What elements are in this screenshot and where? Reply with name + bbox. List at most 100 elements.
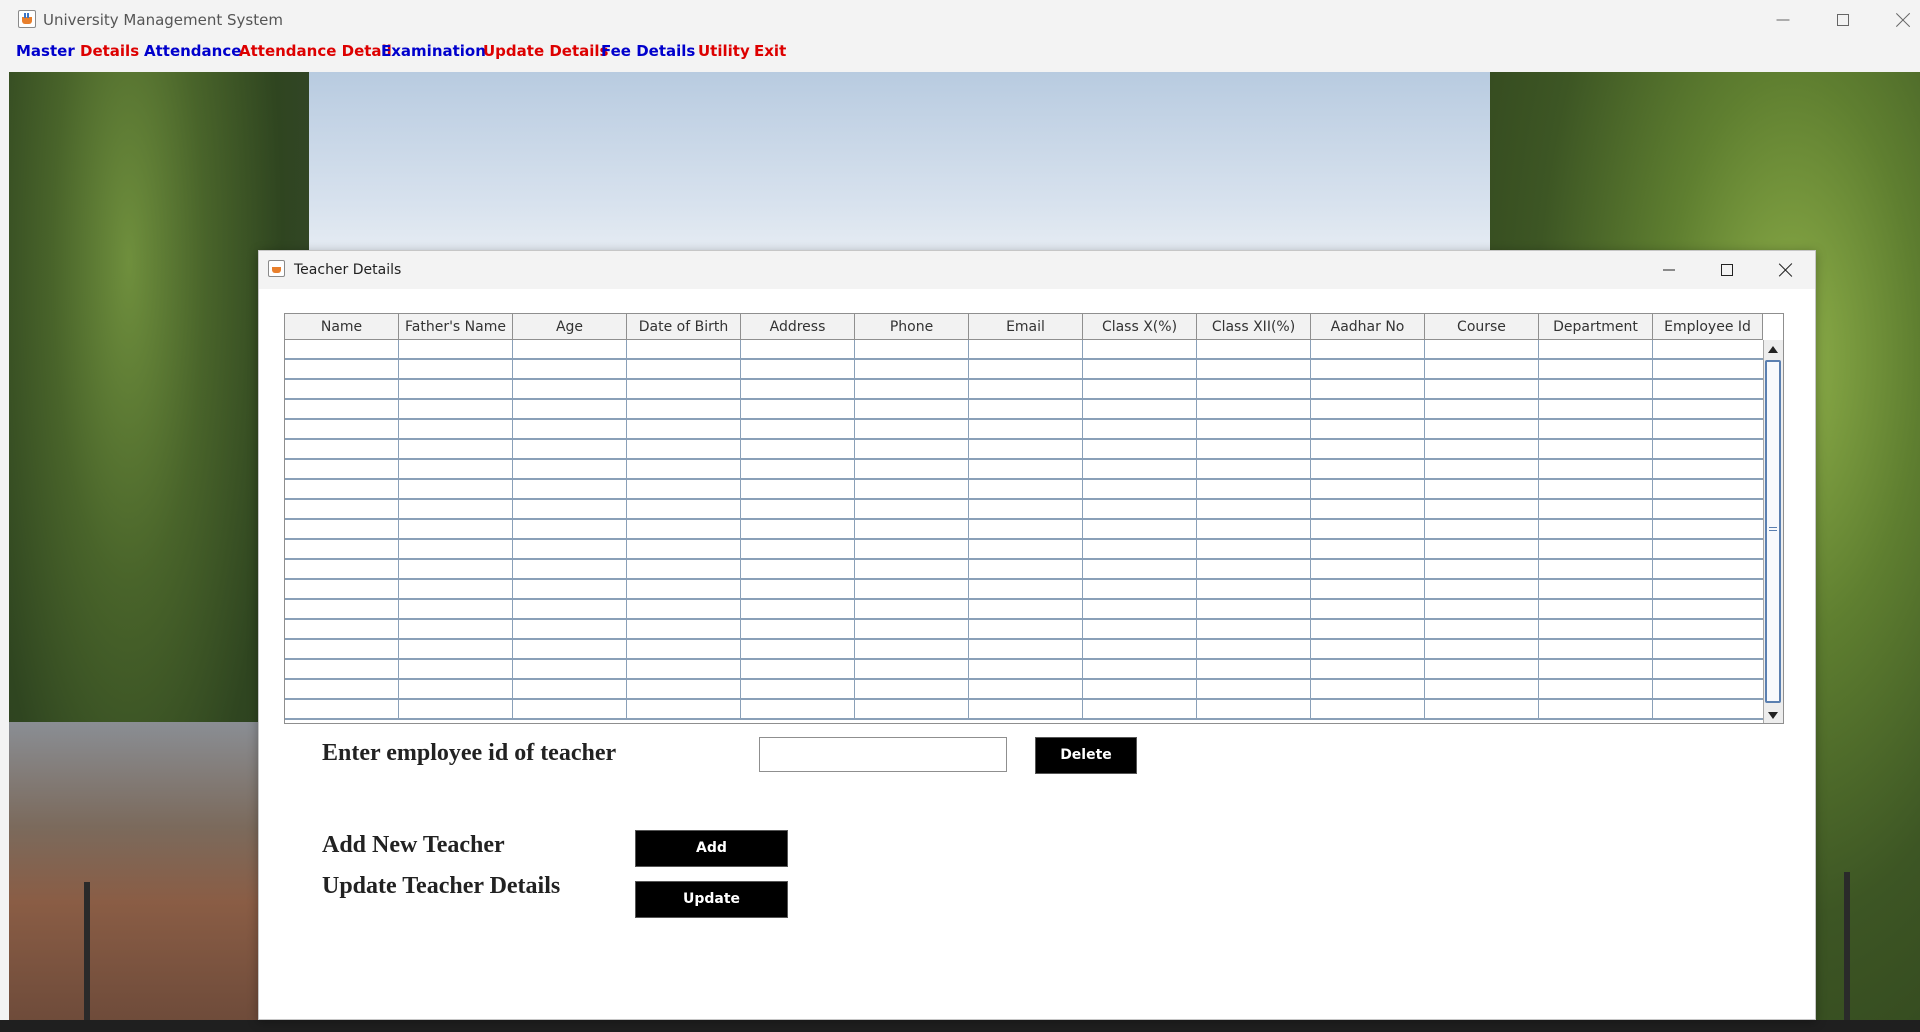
table-cell[interactable] xyxy=(399,440,513,460)
table-cell[interactable] xyxy=(855,680,969,700)
table-cell[interactable] xyxy=(1197,500,1311,520)
table-cell[interactable] xyxy=(627,600,741,620)
table-cell[interactable] xyxy=(741,580,855,600)
table-cell[interactable] xyxy=(1539,440,1653,460)
table-cell[interactable] xyxy=(513,560,627,580)
table-cell[interactable] xyxy=(627,520,741,540)
table-cell[interactable] xyxy=(399,360,513,380)
table-cell[interactable] xyxy=(1653,700,1767,720)
table-cell[interactable] xyxy=(513,480,627,500)
table-cell[interactable] xyxy=(1539,380,1653,400)
column-header[interactable]: Phone xyxy=(855,314,969,340)
table-cell[interactable] xyxy=(285,380,399,400)
table-cell[interactable] xyxy=(1311,400,1425,420)
table-cell[interactable] xyxy=(855,620,969,640)
table-cell[interactable] xyxy=(741,620,855,640)
table-cell[interactable] xyxy=(627,560,741,580)
table-cell[interactable] xyxy=(969,540,1083,560)
table-cell[interactable] xyxy=(399,540,513,560)
table-cell[interactable] xyxy=(1083,520,1197,540)
table-cell[interactable] xyxy=(1653,440,1767,460)
table-cell[interactable] xyxy=(1197,620,1311,640)
table-cell[interactable] xyxy=(285,660,399,680)
table-cell[interactable] xyxy=(1425,660,1539,680)
table-cell[interactable] xyxy=(741,420,855,440)
table-cell[interactable] xyxy=(1197,680,1311,700)
table-cell[interactable] xyxy=(1311,540,1425,560)
table-cell[interactable] xyxy=(1539,660,1653,680)
table-cell[interactable] xyxy=(627,420,741,440)
table-cell[interactable] xyxy=(1311,620,1425,640)
table-cell[interactable] xyxy=(1653,660,1767,680)
vertical-scrollbar[interactable] xyxy=(1763,340,1783,723)
column-header[interactable]: Course xyxy=(1425,314,1539,340)
table-cell[interactable] xyxy=(1539,640,1653,660)
table-cell[interactable] xyxy=(741,520,855,540)
table-cell[interactable] xyxy=(855,340,969,360)
table-cell[interactable] xyxy=(1539,540,1653,560)
column-header[interactable]: Address xyxy=(741,314,855,340)
table-cell[interactable] xyxy=(285,420,399,440)
table-cell[interactable] xyxy=(1311,600,1425,620)
table-row[interactable] xyxy=(285,360,1767,380)
column-header[interactable]: Employee Id xyxy=(1653,314,1763,340)
table-cell[interactable] xyxy=(1197,340,1311,360)
minimize-button[interactable] xyxy=(1753,0,1813,40)
table-cell[interactable] xyxy=(1083,460,1197,480)
table-cell[interactable] xyxy=(855,400,969,420)
table-cell[interactable] xyxy=(1653,420,1767,440)
table-cell[interactable] xyxy=(1311,480,1425,500)
table-cell[interactable] xyxy=(399,520,513,540)
table-cell[interactable] xyxy=(399,400,513,420)
column-header[interactable]: Class XII(%) xyxy=(1197,314,1311,340)
table-cell[interactable] xyxy=(399,640,513,660)
table-cell[interactable] xyxy=(1653,400,1767,420)
table-cell[interactable] xyxy=(855,380,969,400)
table-cell[interactable] xyxy=(399,680,513,700)
table-cell[interactable] xyxy=(513,600,627,620)
table-cell[interactable] xyxy=(1083,540,1197,560)
menu-exit[interactable]: Exit xyxy=(754,42,786,60)
table-cell[interactable] xyxy=(399,500,513,520)
table-cell[interactable] xyxy=(1653,360,1767,380)
table-cell[interactable] xyxy=(855,600,969,620)
table-cell[interactable] xyxy=(1083,660,1197,680)
table-cell[interactable] xyxy=(399,700,513,720)
table-cell[interactable] xyxy=(969,680,1083,700)
table-row[interactable] xyxy=(285,700,1767,720)
table-cell[interactable] xyxy=(627,640,741,660)
table-cell[interactable] xyxy=(1083,340,1197,360)
dialog-close-button[interactable] xyxy=(1756,251,1814,289)
table-cell[interactable] xyxy=(513,680,627,700)
menu-details[interactable]: Details xyxy=(80,42,139,60)
table-cell[interactable] xyxy=(513,540,627,560)
table-cell[interactable] xyxy=(627,660,741,680)
table-cell[interactable] xyxy=(1425,540,1539,560)
table-cell[interactable] xyxy=(1083,360,1197,380)
table-cell[interactable] xyxy=(1311,500,1425,520)
table-cell[interactable] xyxy=(1539,700,1653,720)
table-cell[interactable] xyxy=(1083,640,1197,660)
table-row[interactable] xyxy=(285,440,1767,460)
table-cell[interactable] xyxy=(855,480,969,500)
table-cell[interactable] xyxy=(741,380,855,400)
table-cell[interactable] xyxy=(1311,580,1425,600)
table-cell[interactable] xyxy=(741,540,855,560)
table-cell[interactable] xyxy=(1083,620,1197,640)
table-cell[interactable] xyxy=(741,440,855,460)
table-cell[interactable] xyxy=(741,500,855,520)
delete-button[interactable]: Delete xyxy=(1035,737,1137,774)
table-row[interactable] xyxy=(285,680,1767,700)
table-cell[interactable] xyxy=(1539,520,1653,540)
table-cell[interactable] xyxy=(285,520,399,540)
table-cell[interactable] xyxy=(285,600,399,620)
column-header[interactable]: Email xyxy=(969,314,1083,340)
table-cell[interactable] xyxy=(513,400,627,420)
menu-attendance[interactable]: Attendance xyxy=(144,42,241,60)
table-cell[interactable] xyxy=(513,520,627,540)
table-cell[interactable] xyxy=(741,600,855,620)
table-cell[interactable] xyxy=(1197,560,1311,580)
table-cell[interactable] xyxy=(1653,500,1767,520)
table-cell[interactable] xyxy=(627,360,741,380)
table-cell[interactable] xyxy=(513,700,627,720)
